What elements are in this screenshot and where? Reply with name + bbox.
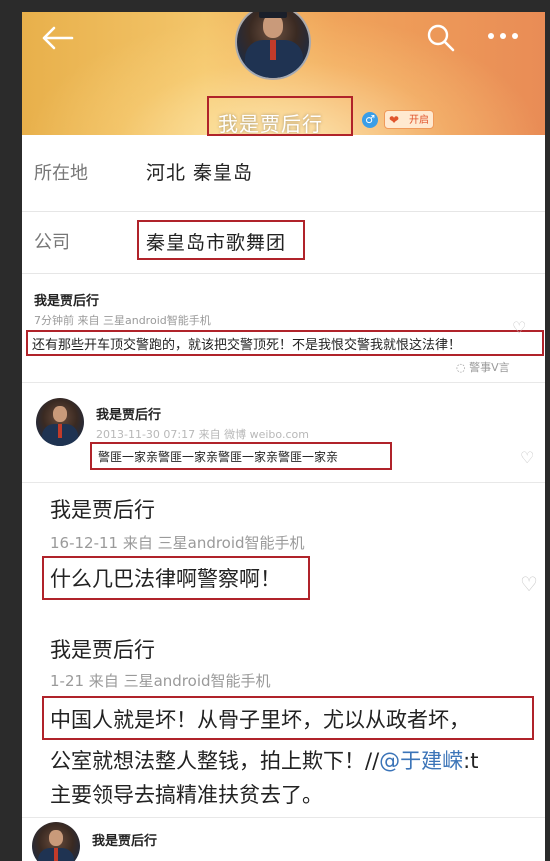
- location-row: 所在地 河北 秦皇岛: [22, 135, 545, 212]
- post-1-author[interactable]: 我是贾后行: [34, 290, 99, 309]
- post-2-text: 警匪一家亲警匪一家亲警匪一家亲警匪一家亲: [98, 450, 339, 464]
- more-options-icon[interactable]: [485, 26, 521, 46]
- post-2-like-icon[interactable]: ♡: [520, 448, 534, 467]
- post-2-avatar[interactable]: [36, 398, 84, 446]
- post-3-author[interactable]: 我是贾后行: [50, 494, 155, 524]
- post-3-meta: 16-12-11 来自 三星android智能手机: [50, 534, 305, 552]
- avatar-tie: [270, 40, 276, 60]
- post-4-text-line1: 中国人就是坏！从骨子里坏，尤以从政者坏，: [50, 708, 470, 732]
- back-arrow-icon[interactable]: [40, 24, 74, 52]
- post-4-text-line2-prefix: 公室就想法整人整钱，拍上欺下！//: [50, 749, 380, 773]
- avatar-cap: [259, 12, 287, 18]
- post-2-author[interactable]: 我是贾后行: [96, 404, 161, 423]
- male-icon: ♂: [362, 112, 378, 128]
- avatar-face: [49, 830, 63, 846]
- post-1-like-icon[interactable]: ♡: [512, 318, 526, 337]
- location-label: 所在地: [34, 163, 88, 184]
- wechat-source-tag: ◌ 警事V言: [456, 359, 510, 375]
- post-4-author[interactable]: 我是贾后行: [50, 634, 155, 664]
- company-label: 公司: [34, 232, 70, 253]
- avatar-face: [53, 406, 67, 422]
- divider: [22, 382, 545, 383]
- avatar-tie: [54, 848, 58, 861]
- post-1-text: 还有那些开车顶交警跑的，就该把交警顶死！不是我恨交警我就恨这法律！: [32, 338, 462, 353]
- post-4-text-line3: 主要领导去搞精准扶贫去了。: [50, 783, 323, 807]
- divider: [22, 817, 545, 818]
- post-4-meta: 1-21 来自 三星android智能手机: [50, 672, 271, 690]
- post-1-meta: 7分钟前 来自 三星android智能手机: [34, 314, 211, 327]
- location-value: 河北 秦皇岛: [146, 162, 254, 184]
- avatar-tie: [58, 424, 62, 438]
- post-3-text: 什么几巴法律啊警察啊！: [50, 567, 281, 591]
- vip-badge[interactable]: ❤ 开启: [384, 110, 434, 129]
- heart-icon: ❤: [389, 113, 400, 127]
- post-4-text-line2-suffix: :t: [463, 749, 479, 773]
- vip-badge-label: 开启: [409, 115, 429, 126]
- company-highlight-box: [137, 220, 305, 260]
- username-highlight-box: [207, 96, 353, 136]
- post-5-avatar[interactable]: [32, 822, 80, 861]
- search-icon[interactable]: [426, 23, 456, 53]
- screenshot-page: 我是贾后行 ♂ ❤ 开启 所在地 河北 秦皇岛 公司 秦皇岛市歌舞团 我是贾后行…: [22, 12, 545, 861]
- profile-avatar[interactable]: [235, 12, 311, 80]
- post-2-meta: 2013-11-30 07:17 来自 微博 weibo.com: [96, 428, 309, 441]
- divider: [22, 482, 545, 483]
- user-mention-link[interactable]: @于建嵘: [379, 749, 463, 773]
- post-5-author[interactable]: 我是贾后行: [92, 830, 157, 849]
- post-4-text-line2: 公室就想法整人整钱，拍上欺下！//@于建嵘:t: [50, 745, 478, 775]
- wechat-icon: ◌: [456, 361, 466, 374]
- post-3-like-icon[interactable]: ♡: [520, 572, 538, 596]
- wechat-source-label: 警事V言: [469, 361, 510, 374]
